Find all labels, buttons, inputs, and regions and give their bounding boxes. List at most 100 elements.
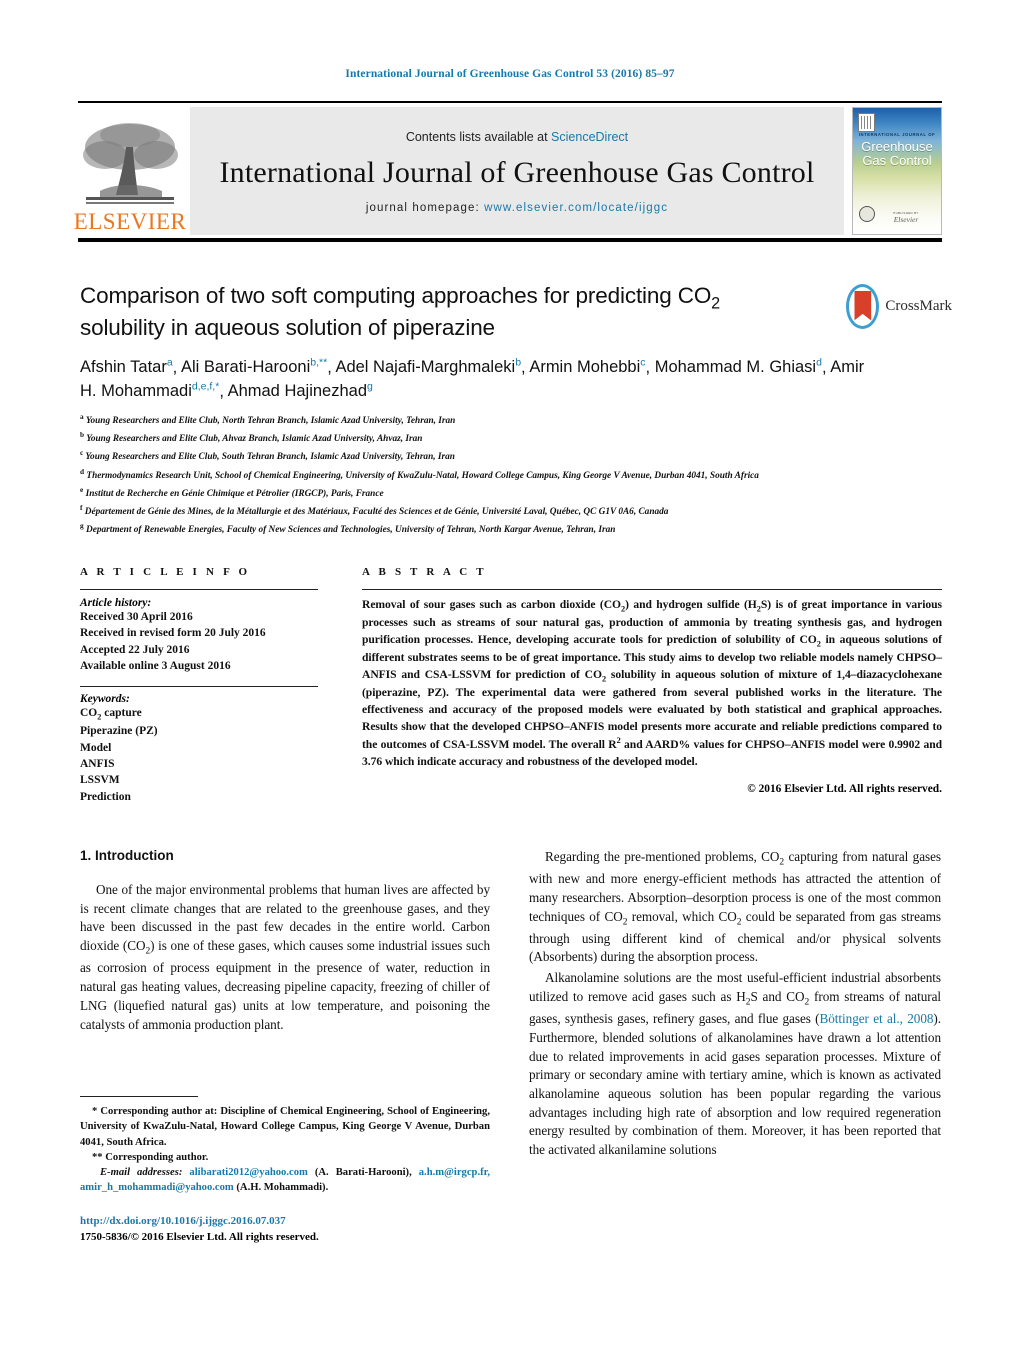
affiliation-text: Département de Génie des Mines, de la Mé… [84,507,669,518]
email-label: E-mail addresses: [100,1167,183,1178]
affiliation-text: Institut de Recherche en Génie Chimique … [85,489,384,500]
email-owner-1: (A. Barati-Harooni), [314,1167,412,1178]
affiliation-mark: c [80,448,84,458]
author-affiliation-mark: d [816,356,822,369]
keywords-block: Keywords: CO2 capture Piperazine (PZ) Mo… [80,693,318,805]
title-line2: solubility in aqueous solution of pipera… [80,315,495,341]
email-owner-2: (A.H. Mohammadi). [236,1182,329,1194]
corresponding-author-note-2: ** Corresponding author. [92,1151,209,1163]
article-history-item: Received 30 April 2016 [80,611,193,623]
crossmark-icon [846,283,880,329]
paper-page: International Journal of Greenhouse Gas … [0,0,1020,1351]
elsevier-tree-icon [80,117,180,209]
article-info-heading: A R T I C L E I N F O [80,566,251,578]
elsevier-wordmark: ELSEVIER [73,209,187,234]
article-history-label: Article history: [80,597,152,609]
author-name: Armin Mohebbi [529,358,641,377]
affiliation-mark: a [80,412,84,421]
doi-block: http://dx.doi.org/10.1016/j.ijggc.2016.0… [80,1213,490,1246]
affiliation-list: a Young Researchers and Elite Club, Nort… [80,411,910,539]
affiliation-mark: e [80,484,84,494]
article-info-column: A R T I C L E I N F O Article history: R… [80,566,318,805]
author-item: Armin Mohebbic [529,356,646,377]
keyword-item: CO2 capture [80,707,142,722]
affiliation-item: a Young Researchers and Elite Club, Nort… [80,411,910,429]
keyword-item: ANFIS [80,758,115,771]
sciencedirect-link[interactable]: ScienceDirect [551,130,628,144]
cover-elsevier-mark-icon [858,113,875,132]
affiliation-text: Young Researchers and Elite Club, North … [85,416,456,427]
author-name: Afshin Tatar [80,358,167,377]
author-name: Ahmad Hajinezhad [227,382,367,401]
cover-publisher: PUBLISHED BY Elsevier [879,211,933,224]
affiliation-item: b Young Researchers and Elite Club, Ahva… [80,429,910,447]
contents-prefix: Contents lists available at [405,130,552,144]
masthead-bottom-rule [78,238,942,242]
body-column-right: Regarding the pre-mentioned problems, CO… [529,848,941,1162]
cover-title: Greenhouse Gas Control [853,140,941,167]
cover-kicker: INTERNATIONAL JOURNAL OF [858,132,936,137]
page-title: Comparison of two soft computing approac… [80,282,870,342]
journal-homepage-link[interactable]: www.elsevier.com/locate/ijggc [484,202,668,214]
article-info-rule [80,589,318,590]
crossmark-label: CrossMark [885,297,952,314]
affiliation-mark: b [80,430,85,440]
elsevier-logo: ELSEVIER [74,107,186,235]
keyword-item: Model [80,741,112,754]
abstract-copyright: © 2016 Elsevier Ltd. All rights reserved… [747,782,942,795]
author-list: Afshin Tatara, Ali Barati-Haroonib,**, A… [80,356,865,401]
title-line1: Comparison of two soft computing approac… [80,283,712,308]
email-addresses-note: E-mail addresses: alibarati2012@yahoo.co… [80,1165,490,1196]
abstract-text: Removal of sour gases such as carbon dio… [362,598,943,769]
email-link-2[interactable]: a.h.m@irgcp.fr, [419,1167,490,1178]
affiliation-text: Young Researchers and Elite Club, South … [85,452,455,463]
citation-link[interactable]: Böttinger et al., 2008 [820,1011,934,1026]
journal-cover-thumbnail: INTERNATIONAL JOURNAL OF Greenhouse Gas … [852,107,942,235]
cover-publisher-name: Elsevier [893,215,919,224]
affiliation-text: Young Researchers and Elite Club, Ahvaz … [86,434,423,445]
cover-title-line1: Greenhouse [861,139,933,154]
journal-masthead: ELSEVIER Contents lists available at Sci… [74,101,942,235]
author-name: Ali Barati-Harooni [180,358,311,377]
journal-homepage-line: journal homepage: www.elsevier.com/locat… [366,202,668,214]
cover-title-line2: Gas Control [862,152,932,168]
affiliation-mark: f [80,503,83,513]
keywords-rule [80,686,318,688]
affiliation-mark: d [80,466,85,476]
paragraph: One of the major environmental problems … [80,882,491,1032]
abstract-column: A B S T R A C T Removal of sour gases su… [362,566,942,795]
footnote-block: * Corresponding author at: Discipline of… [80,1096,490,1196]
paragraph: Alkanolamine solutions are the most usef… [529,970,942,1158]
title-block: Comparison of two soft computing approac… [80,282,870,404]
author-affiliation-mark: b [515,356,522,369]
author-item: Ali Barati-Haroonib,** [180,357,327,377]
corresponding-author-note-1: * Corresponding author at: Discipline of… [80,1106,490,1148]
keyword-item: Prediction [80,790,131,803]
doi-link[interactable]: http://dx.doi.org/10.1016/j.ijggc.2016.0… [80,1213,490,1229]
crossmark-badge-group[interactable]: CrossMark [846,282,952,330]
abstract-heading: A B S T R A C T [362,566,487,578]
author-item: Mohammad M. Ghiasid [655,356,822,377]
article-history-item: Available online 3 August 2016 [80,659,231,672]
author-affiliation-mark: c [640,356,646,369]
journal-title: International Journal of Greenhouse Gas … [219,156,815,189]
email-link-3[interactable]: amir_h_mohammadi@yahoo.com [80,1182,234,1193]
body-column-left: 1. Introduction One of the major environ… [80,848,490,1036]
title-subscript: 2 [711,294,721,313]
keywords-label: Keywords: [80,693,130,706]
affiliation-item: e Institut de Recherche en Génie Chimiqu… [80,484,910,502]
issn-copyright-line: 1750-5836/© 2016 Elsevier Ltd. All right… [80,1231,319,1244]
homepage-prefix: journal homepage: [365,202,485,214]
affiliation-text: Department of Renewable Energies, Facult… [85,525,616,536]
article-history-item: Accepted 22 July 2016 [80,643,190,656]
author-item: Adel Najafi-Marghmalekib [335,356,522,377]
footnote-rule [80,1096,198,1097]
paragraph: Regarding the pre-mentioned problems, CO… [529,849,941,965]
abstract-rule [362,589,942,590]
affiliation-text: Thermodynamics Research Unit, School of … [86,470,759,481]
author-affiliation-mark: d,e,f,* [191,380,220,393]
article-history-item: Received in revised form 20 July 2016 [80,627,266,640]
email-link-1[interactable]: alibarati2012@yahoo.com [189,1167,307,1178]
author-name: Adel Najafi-Marghmaleki [335,358,516,377]
running-head: International Journal of Greenhouse Gas … [345,68,675,80]
